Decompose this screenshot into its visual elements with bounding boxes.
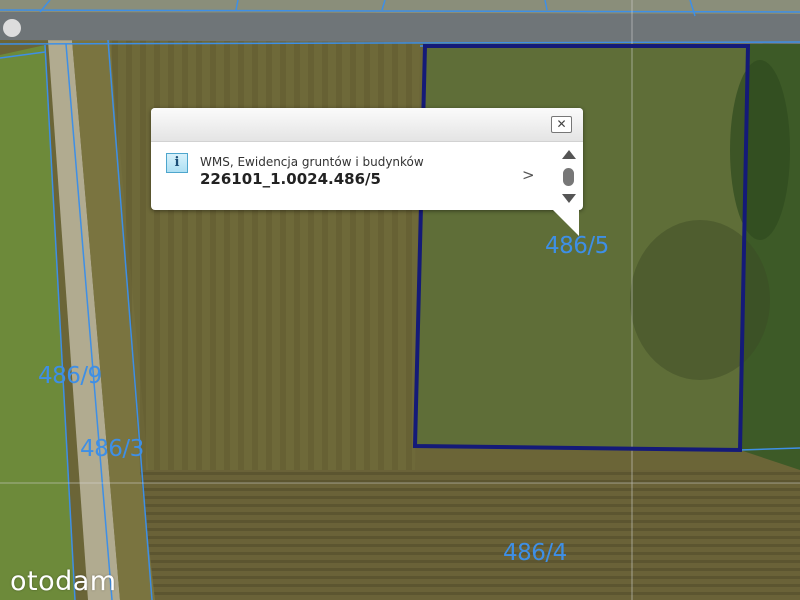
field-stripes bbox=[110, 40, 420, 470]
feature-info-popup: ✕ i WMS, Ewidencja gruntów i budynków 22… bbox=[151, 108, 583, 236]
watermark-logo: otodam bbox=[10, 566, 117, 597]
parcel-id: 226101_1.0024.486/5 bbox=[200, 170, 381, 188]
car bbox=[3, 19, 21, 37]
field-lower bbox=[140, 470, 800, 600]
map-canvas[interactable] bbox=[0, 0, 800, 600]
popup-pointer bbox=[553, 210, 579, 236]
parcel-label-486-4[interactable]: 486/4 bbox=[503, 540, 567, 566]
parcel-label-486-5[interactable]: 486/5 bbox=[545, 233, 609, 259]
parcel-label-486-3[interactable]: 486/3 bbox=[80, 436, 144, 462]
scroll-down-icon[interactable] bbox=[562, 194, 576, 203]
next-result-chevron-icon[interactable]: > bbox=[522, 166, 535, 184]
layer-name: WMS, Ewidencja gruntów i budynków bbox=[200, 155, 424, 169]
popup-scrollbar[interactable] bbox=[559, 146, 579, 206]
popup-titlebar: ✕ bbox=[151, 108, 583, 142]
parcel-label-486-9[interactable]: 486/9 bbox=[38, 363, 102, 389]
scroll-thumb[interactable] bbox=[563, 168, 574, 186]
scroll-up-icon[interactable] bbox=[562, 150, 576, 159]
info-icon: i bbox=[166, 153, 188, 173]
asphalt-road bbox=[0, 12, 800, 44]
close-icon[interactable]: ✕ bbox=[551, 116, 572, 133]
